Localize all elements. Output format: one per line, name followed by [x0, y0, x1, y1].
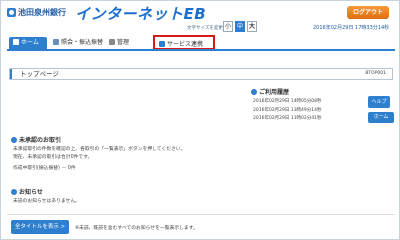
history-entry: 2016年02月29日 14時05分08秒 — [253, 99, 322, 104]
notice-empty-text: 未読のお知らせはありません。 — [13, 199, 80, 204]
home-button[interactable]: ホーム — [368, 112, 394, 123]
tab-home-label: ホーム — [21, 39, 39, 46]
bullet-icon — [11, 189, 17, 195]
show-all-titles-button[interactable]: 全タイトルを表示 > — [11, 220, 69, 234]
pending-heading-label: 未承認のお取引 — [19, 137, 62, 144]
help-button[interactable]: ヘルプ — [368, 96, 390, 108]
bank-logo-icon — [7, 8, 16, 17]
tab-manage[interactable]: 管理 — [109, 37, 129, 49]
bullet-icon — [251, 89, 257, 95]
bullet-icon — [11, 137, 17, 143]
pending-instruction: 未承認取引の件数を確認の上、各取引の「一覧表示」ボタンを押してください。 — [13, 147, 186, 152]
pending-total: 現在、未承認の取引は合計0件です。 — [13, 155, 93, 160]
nav-underline — [7, 49, 395, 51]
font-size-medium-button[interactable]: 中 — [235, 21, 245, 32]
page-title: トップページ — [20, 70, 59, 78]
inquiry-icon — [53, 39, 59, 45]
title-accent — [10, 69, 12, 79]
notice-heading: お知らせ — [11, 187, 43, 196]
tab-manage-label: 管理 — [117, 39, 130, 46]
bank-name: 池田泉州銀行 — [18, 8, 66, 17]
pending-heading: 未承認のお取引 — [11, 135, 61, 144]
show-all-note: ※未読、既読を含むすべてのお知らせを一覧表示します。 — [75, 226, 198, 231]
divider — [7, 214, 395, 215]
service-name: インターネットEB — [75, 5, 207, 23]
tab-inquiry-label: 照会・振込振替 — [61, 39, 104, 46]
page-root: 池田泉州銀行 インターネットEB ログアウト 文字サイズを変更 小 中 大 20… — [0, 0, 400, 240]
history-entry: 2016年02月29日 13時49分14秒 — [253, 107, 322, 113]
history-heading-label: ご利用履歴 — [259, 89, 290, 96]
service-link-icon — [159, 41, 165, 47]
font-size-label: 文字サイズを変更 — [187, 26, 223, 31]
history-entry: 2016年02月29日 11時02分41秒 — [253, 116, 322, 121]
current-datetime: 2016年02月29日 17時33分14秒 — [313, 25, 390, 31]
page-code: BTOP001 — [365, 71, 386, 76]
page-title-bar: トップページ BTOP001 — [9, 68, 393, 80]
font-size-small-button[interactable]: 小 — [223, 21, 233, 32]
font-size-large-button[interactable]: 大 — [247, 21, 257, 32]
history-heading: ご利用履歴 — [251, 87, 289, 96]
home-icon — [13, 39, 19, 45]
tab-home[interactable]: ホーム — [9, 37, 47, 49]
tab-service-link[interactable]: サービス連携 — [153, 35, 215, 50]
history-list: 2016年02月29日 14時05分08秒 2016年02月29日 13時49分… — [253, 98, 322, 124]
tab-inquiry-transfer[interactable]: 照会・振込振替 — [53, 37, 103, 49]
manage-icon — [109, 39, 115, 45]
notice-heading-label: お知らせ — [19, 189, 43, 196]
tab-service-label: サービス連携 — [167, 41, 204, 48]
logout-button[interactable]: ログアウト — [347, 6, 389, 19]
pending-draft-count: 作成中取引(振込振替) － 0件 — [13, 166, 76, 171]
